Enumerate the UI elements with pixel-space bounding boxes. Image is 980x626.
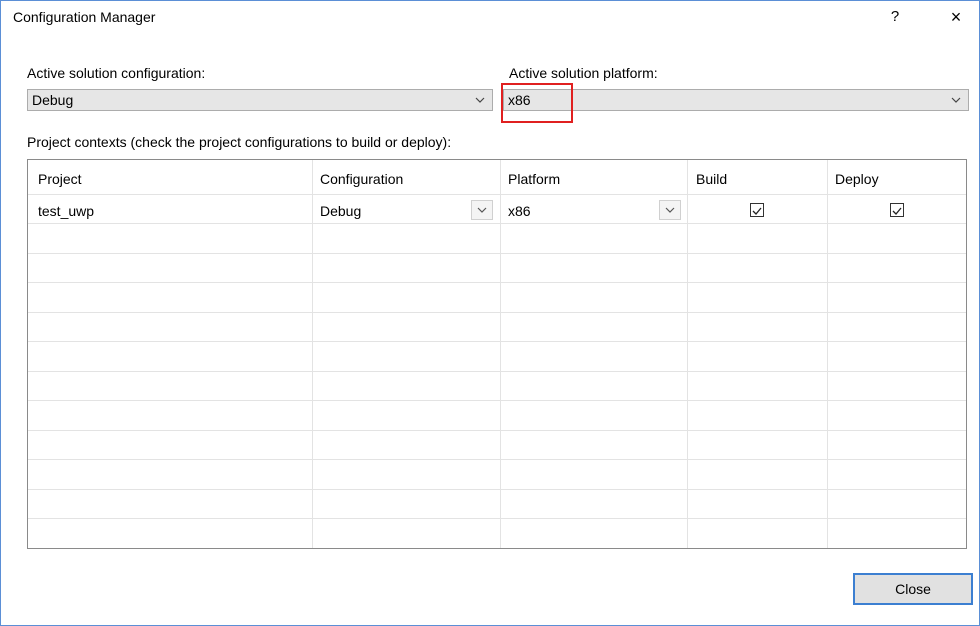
checkmark-icon — [892, 207, 902, 215]
build-checkbox[interactable] — [750, 203, 764, 217]
row-divider — [28, 371, 966, 372]
row-configuration-value: Debug — [320, 203, 362, 219]
row-divider — [28, 400, 966, 401]
row-divider — [28, 430, 966, 431]
close-button[interactable]: Close — [853, 573, 973, 605]
row-divider — [28, 194, 966, 195]
column-header-deploy[interactable]: Deploy — [835, 171, 879, 187]
chevron-down-icon — [665, 207, 675, 213]
row-configuration-dropdown[interactable] — [471, 200, 493, 220]
active-config-combo[interactable]: Debug — [27, 89, 493, 111]
row-divider — [28, 253, 966, 254]
highlight-box — [501, 83, 573, 123]
column-header-platform[interactable]: Platform — [508, 171, 560, 187]
project-contexts-label: Project contexts (check the project conf… — [27, 134, 452, 150]
chevron-down-icon — [475, 97, 485, 103]
row-divider — [28, 518, 966, 519]
row-divider — [28, 223, 966, 224]
help-button[interactable]: ? — [883, 5, 907, 29]
row-platform-value: x86 — [508, 203, 531, 219]
column-header-project[interactable]: Project — [38, 171, 82, 187]
project-name: test_uwp — [38, 203, 95, 219]
active-platform-label: Active solution platform: — [509, 65, 658, 81]
active-config-value: Debug — [32, 92, 74, 108]
title-bar: Configuration Manager ? × — [1, 1, 979, 33]
row-divider — [28, 341, 966, 342]
row-divider — [28, 459, 966, 460]
configuration-manager-dialog: Configuration Manager ? × Active solutio… — [0, 0, 980, 626]
column-header-build[interactable]: Build — [696, 171, 727, 187]
project-contexts-table: Project Configuration Platform Build Dep… — [27, 159, 967, 549]
deploy-checkbox[interactable] — [890, 203, 904, 217]
active-config-label: Active solution configuration: — [27, 65, 206, 81]
chevron-down-icon — [951, 97, 961, 103]
window-title: Configuration Manager — [13, 9, 156, 25]
chevron-down-icon — [477, 207, 487, 213]
close-window-button[interactable]: × — [943, 5, 969, 29]
row-divider — [28, 489, 966, 490]
column-header-configuration[interactable]: Configuration — [320, 171, 403, 187]
checkmark-icon — [752, 207, 762, 215]
row-platform-dropdown[interactable] — [659, 200, 681, 220]
row-divider — [28, 312, 966, 313]
row-divider — [28, 282, 966, 283]
